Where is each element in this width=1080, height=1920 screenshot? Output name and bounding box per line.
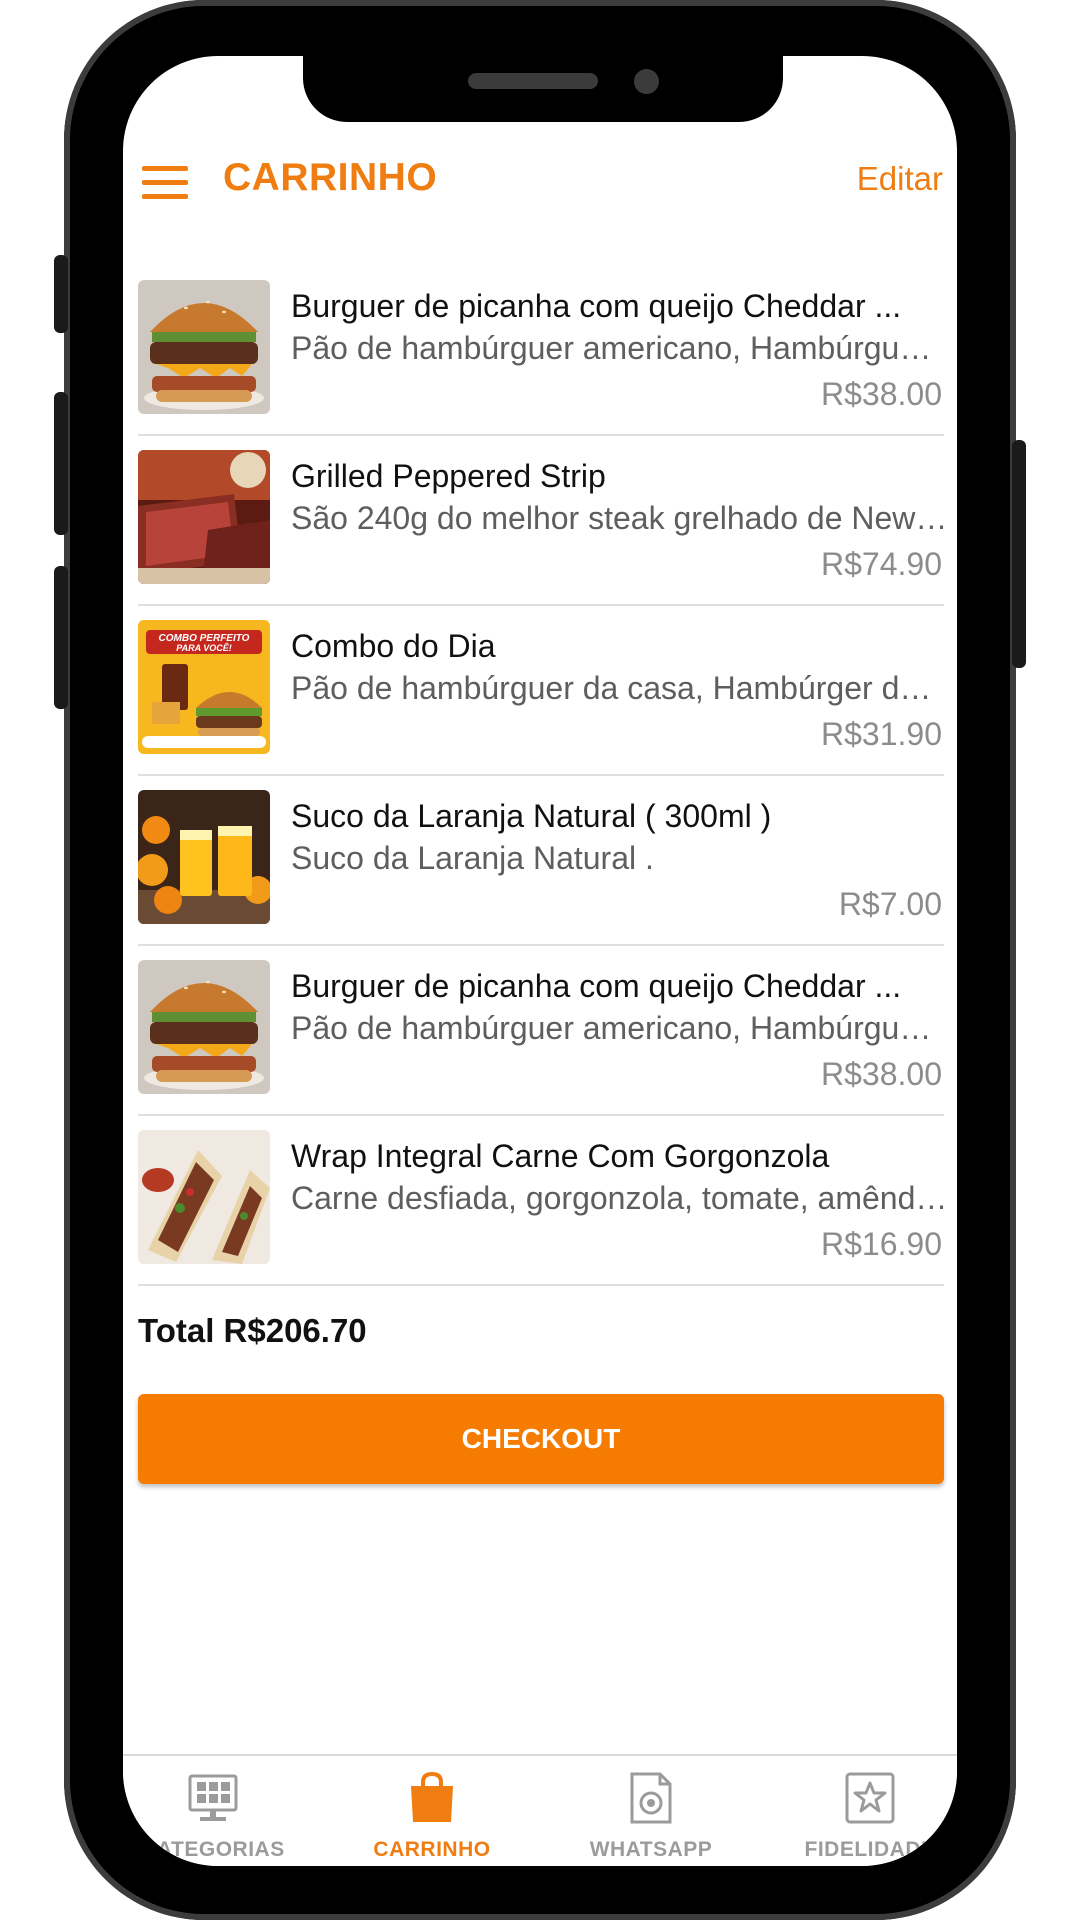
shopping-bag-icon — [411, 1772, 453, 1822]
cart-item[interactable]: Wrap Integral Carne Com Gorgonzola Carne… — [138, 1116, 949, 1286]
app-screen: CARRINHO Editar Burguer de picanha com q… — [123, 56, 957, 1866]
item-name: Burguer de picanha com queijo Cheddar ..… — [291, 288, 902, 324]
burger-image — [138, 960, 270, 1094]
item-price: R$74.90 — [821, 546, 942, 582]
item-description: Pão de hambúrguer americano, Hambúrguer … — [291, 330, 949, 366]
combo-image: COMBO PERFEITO PARA VOCÊ! — [138, 620, 270, 754]
cart-item[interactable]: Suco da Laranja Natural ( 300ml ) Suco d… — [138, 776, 944, 946]
cart-total: Total R$206.70 — [138, 1312, 367, 1349]
item-description: Pão de hambúrguer da casa, Hambúrger de … — [291, 670, 949, 706]
whatsapp-icon — [630, 1772, 672, 1824]
item-price: R$38.00 — [821, 1056, 942, 1092]
cart-list: Burguer de picanha com queijo Cheddar ..… — [138, 266, 949, 1286]
volume-down-button — [54, 566, 68, 709]
edit-button[interactable]: Editar — [857, 160, 943, 198]
burger-image — [138, 280, 270, 414]
item-name: Combo do Dia — [291, 628, 496, 664]
power-button — [1012, 440, 1026, 668]
item-description: Pão de hambúrguer americano, Hambúrguer … — [291, 1010, 949, 1046]
orange-juice-image — [138, 790, 270, 924]
volume-up-button — [54, 392, 68, 535]
cart-item[interactable]: Burguer de picanha com queijo Cheddar ..… — [138, 266, 949, 436]
item-price: R$7.00 — [838, 886, 942, 922]
nav-label: CARRINHO — [373, 1838, 491, 1861]
hamburger-menu-icon[interactable] — [142, 166, 188, 200]
nav-item-whatsapp[interactable]: WHATSAPP — [541, 1756, 761, 1866]
nav-item-categorias[interactable]: CATEGORIAS — [123, 1756, 323, 1866]
speaker — [468, 73, 598, 89]
item-name: Wrap Integral Carne Com Gorgonzola — [291, 1138, 830, 1174]
wrap-image — [138, 1130, 270, 1264]
nav-label: CATEGORIAS — [141, 1838, 285, 1861]
item-description: São 240g do melhor steak grelhado de New… — [291, 500, 949, 536]
item-name: Burguer de picanha com queijo Cheddar ..… — [291, 968, 902, 1004]
cart-item[interactable]: COMBO PERFEITO PARA VOCÊ! Combo do Dia P… — [138, 606, 949, 776]
mute-switch — [54, 255, 68, 333]
front-camera — [634, 69, 659, 94]
app-header: CARRINHO Editar — [123, 152, 957, 226]
nav-item-fidelidade[interactable]: FIDELIDADE — [760, 1756, 957, 1866]
nav-item-carrinho[interactable]: CARRINHO — [322, 1756, 542, 1866]
item-price: R$31.90 — [821, 716, 942, 752]
item-price: R$16.90 — [821, 1226, 942, 1262]
cart-item[interactable]: Grilled Peppered Strip São 240g do melho… — [138, 436, 949, 606]
bottom-navigation: CATEGORIAS CARRINHO WHATSAPP FIDELIDADE — [123, 1754, 957, 1866]
item-description: Carne desfiada, gorgonzola, tomate, amên… — [291, 1180, 949, 1216]
item-name: Suco da Laranja Natural ( 300ml ) — [291, 798, 772, 834]
nav-label: WHATSAPP — [589, 1838, 713, 1861]
cart-item[interactable]: Burguer de picanha com queijo Cheddar ..… — [138, 946, 949, 1116]
item-description: Suco da Laranja Natural . — [291, 840, 654, 876]
categories-icon — [188, 1774, 238, 1821]
steak-image — [138, 450, 270, 584]
nav-label: FIDELIDADE — [804, 1838, 936, 1861]
checkout-button[interactable]: CHECKOUT — [138, 1394, 944, 1484]
item-name: Grilled Peppered Strip — [291, 458, 606, 494]
notch — [303, 56, 783, 122]
svg-text:PARA VOCÊ!: PARA VOCÊ! — [176, 642, 232, 653]
item-price: R$38.00 — [821, 376, 942, 412]
star-icon — [845, 1772, 895, 1824]
page-title: CARRINHO — [223, 156, 438, 199]
